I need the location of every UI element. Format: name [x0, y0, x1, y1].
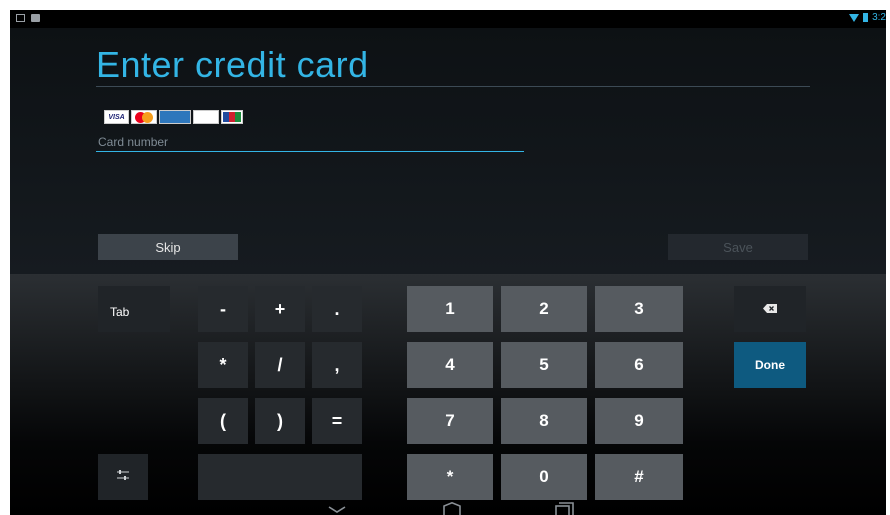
wifi-icon — [849, 13, 860, 22]
tab-key[interactable]: Tab — [98, 286, 170, 332]
key-2[interactable]: 2 — [501, 286, 587, 332]
discover-logo — [193, 110, 219, 124]
battery-icon — [863, 13, 869, 22]
credit-card-form: Enter credit card VISA Skip Save — [10, 28, 886, 274]
navigation-bar — [10, 501, 886, 515]
key-4[interactable]: 4 — [407, 342, 493, 388]
mastercard-logo — [131, 110, 157, 124]
title-divider — [96, 86, 810, 87]
pound-key[interactable]: # — [595, 454, 683, 500]
page-title: Enter credit card — [96, 44, 369, 85]
done-key[interactable]: Done — [734, 342, 806, 388]
right-paren-key[interactable]: ) — [255, 398, 305, 444]
numeric-keyboard: Tab - + . * / , ( ) = 1 2 3 4 5 6 7 8 9 … — [10, 274, 886, 515]
plus-key[interactable]: + — [255, 286, 305, 332]
back-icon — [328, 506, 346, 513]
backspace-key[interactable] — [734, 286, 806, 332]
star-key[interactable]: * — [407, 454, 493, 500]
visa-logo: VISA — [104, 110, 129, 124]
key-7[interactable]: 7 — [407, 398, 493, 444]
key-5[interactable]: 5 — [501, 342, 587, 388]
key-0[interactable]: 0 — [501, 454, 587, 500]
key-1[interactable]: 1 — [407, 286, 493, 332]
image-icon — [16, 14, 25, 22]
key-6[interactable]: 6 — [595, 342, 683, 388]
backspace-icon — [763, 304, 777, 313]
home-icon — [443, 501, 461, 515]
camera-icon — [31, 14, 40, 22]
card-number-input[interactable] — [96, 133, 524, 152]
jcb-logo — [221, 110, 243, 124]
key-8[interactable]: 8 — [501, 398, 587, 444]
home-button[interactable] — [442, 501, 462, 515]
card-logos: VISA — [104, 110, 243, 124]
keyboard-settings-key[interactable] — [98, 454, 148, 500]
clock: 3:2 — [872, 12, 886, 23]
save-button[interactable]: Save — [668, 234, 808, 260]
period-key[interactable]: . — [312, 286, 362, 332]
settings-icon — [117, 470, 129, 480]
back-button[interactable] — [328, 502, 346, 515]
asterisk-symbol-key[interactable]: * — [198, 342, 248, 388]
recent-apps-button[interactable] — [555, 502, 575, 515]
key-3[interactable]: 3 — [595, 286, 683, 332]
key-9[interactable]: 9 — [595, 398, 683, 444]
skip-button[interactable]: Skip — [98, 234, 238, 260]
status-bar: 3:2 — [10, 10, 886, 28]
amex-logo — [159, 110, 191, 124]
recent-apps-icon — [555, 502, 574, 515]
left-paren-key[interactable]: ( — [198, 398, 248, 444]
comma-key[interactable]: , — [312, 342, 362, 388]
minus-key[interactable]: - — [198, 286, 248, 332]
equals-key[interactable]: = — [312, 398, 362, 444]
slash-key[interactable]: / — [255, 342, 305, 388]
space-key[interactable] — [198, 454, 362, 500]
device-screen: 3:2 Enter credit card VISA Skip Save Tab… — [10, 10, 886, 515]
